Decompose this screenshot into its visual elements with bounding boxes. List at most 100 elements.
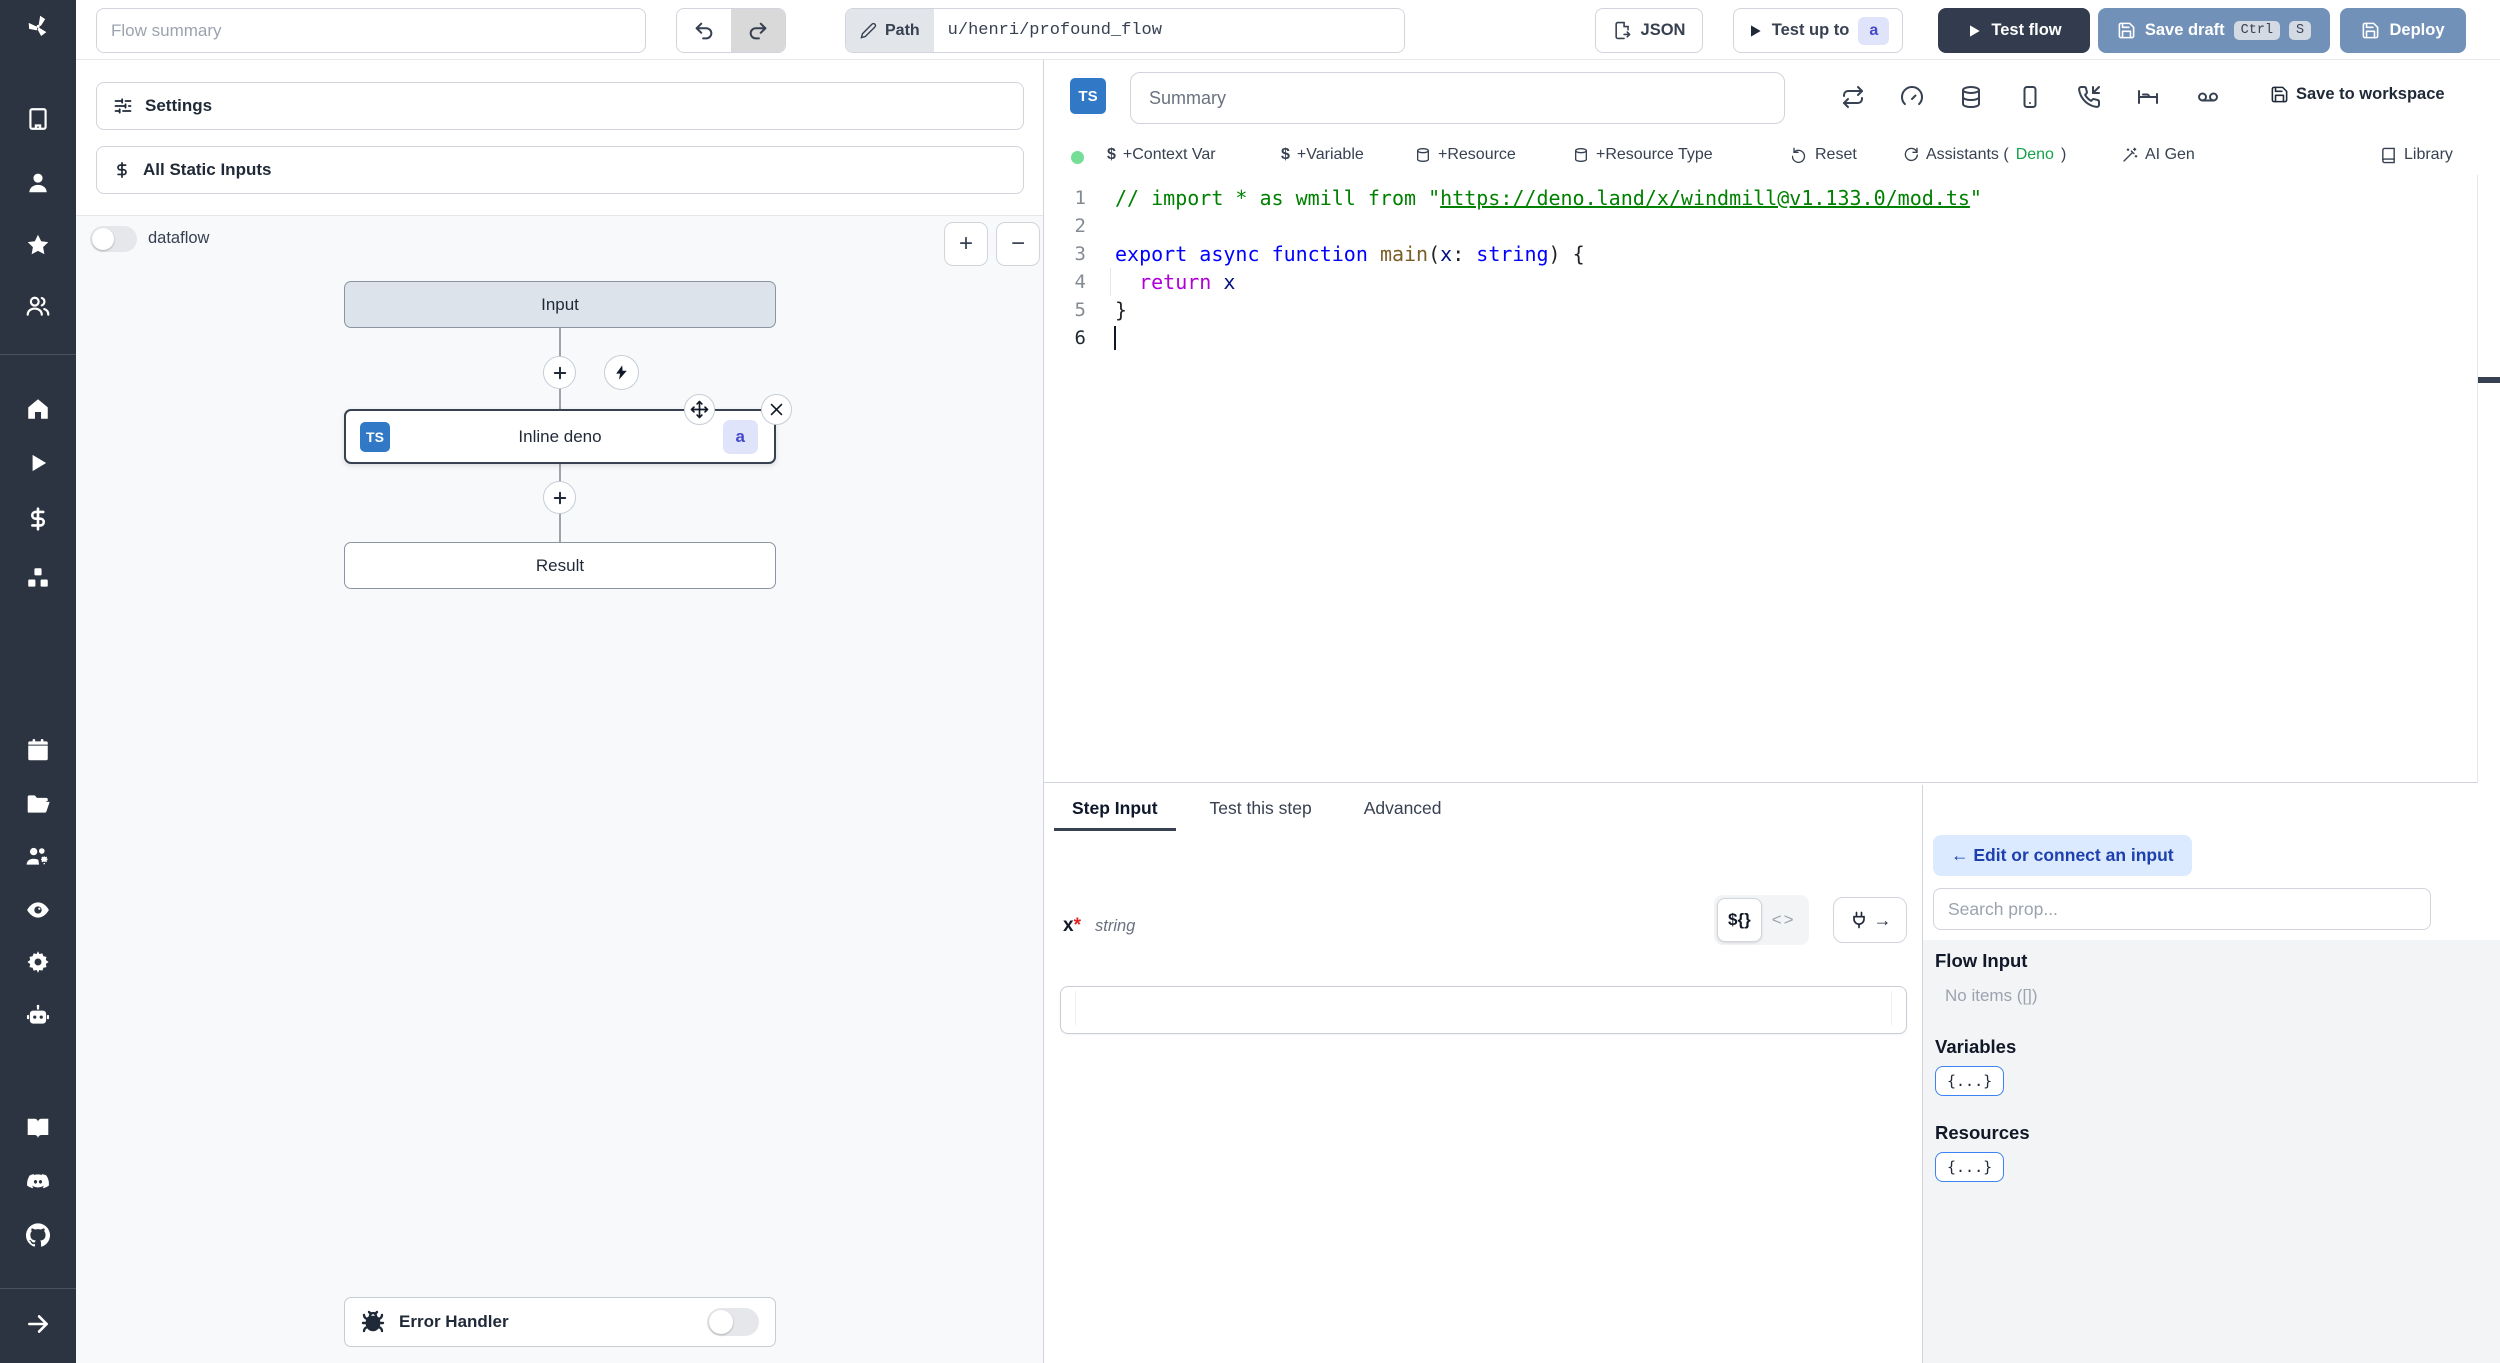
- typescript-badge: TS: [1070, 78, 1106, 114]
- tab-advanced[interactable]: Advanced: [1360, 785, 1446, 831]
- user-icon[interactable]: [24, 169, 52, 197]
- zoom-in-button[interactable]: +: [944, 222, 988, 266]
- search-prop-input[interactable]: [1933, 888, 2431, 930]
- topbar: Path u/henri/profound_flow JSON Test up …: [76, 0, 2500, 60]
- sidebar-divider: [0, 1288, 76, 1289]
- variables-chip[interactable]: {...}: [1935, 1066, 2005, 1096]
- expr-mode-button[interactable]: ${}: [1717, 898, 1762, 942]
- robot-icon[interactable]: [24, 1002, 52, 1030]
- save-draft-button[interactable]: Save draft Ctrl S: [2098, 8, 2330, 53]
- add-resource-type-button[interactable]: +Resource Type: [1573, 146, 1713, 164]
- resources-chip[interactable]: {...}: [1935, 1152, 2005, 1182]
- sidebar: [0, 0, 76, 1363]
- phone-incoming-icon[interactable]: [2077, 85, 2101, 109]
- code-editor[interactable]: 1// import * as wmill from "https://deno…: [1044, 175, 2500, 783]
- ctrl-key-badge: Ctrl: [2233, 21, 2281, 40]
- workspace-icon[interactable]: [24, 105, 52, 133]
- path-value-input[interactable]: u/henri/profound_flow: [933, 9, 1404, 52]
- edit-or-connect-button[interactable]: ← Edit or connect an input: [1933, 835, 2192, 876]
- schedules-calendar-icon[interactable]: [24, 736, 52, 764]
- add-context-var-button[interactable]: $ +Context Var: [1107, 146, 1216, 164]
- result-node[interactable]: Result: [344, 542, 776, 589]
- deploy-button[interactable]: Deploy: [2340, 8, 2466, 53]
- zoom-out-button[interactable]: −: [996, 222, 1040, 266]
- scrollbar-cursor-marker: [2478, 377, 2500, 383]
- smartphone-icon[interactable]: [2018, 85, 2042, 109]
- database-icon[interactable]: [1959, 85, 1983, 109]
- rotate-ccw-icon: [1792, 147, 1806, 163]
- voicemail-icon[interactable]: [2196, 85, 2220, 109]
- summary-input[interactable]: [1130, 72, 1785, 124]
- runs-play-icon[interactable]: [24, 449, 52, 477]
- library-button[interactable]: Library: [2380, 146, 2453, 164]
- add-step-button[interactable]: [543, 356, 576, 389]
- discord-icon[interactable]: [24, 1168, 52, 1196]
- step-detail-panel: Step Input Test this step Advanced x * st…: [1044, 785, 2500, 1363]
- result-node-label: Result: [535, 555, 585, 575]
- assistants-button[interactable]: Assistants (Deno): [1903, 146, 2066, 164]
- gauge-icon[interactable]: [1900, 85, 1924, 109]
- arg-value-input[interactable]: [1060, 986, 1907, 1034]
- delete-step-button[interactable]: [761, 394, 792, 425]
- variables-dollar-icon[interactable]: [24, 505, 52, 533]
- input-mode-toggle: ${} <>: [1714, 895, 1809, 945]
- pencil-icon: [860, 22, 877, 39]
- plus-icon: [553, 366, 566, 379]
- plug-icon: [1852, 911, 1865, 929]
- home-icon[interactable]: [24, 395, 52, 423]
- sliders-icon: [114, 98, 132, 114]
- sidebar-divider: [0, 354, 76, 355]
- tab-step-input[interactable]: Step Input: [1054, 785, 1176, 831]
- all-static-inputs-button[interactable]: All Static Inputs: [96, 146, 1024, 194]
- add-step-button[interactable]: [543, 481, 576, 514]
- tab-test-this-step[interactable]: Test this step: [1206, 785, 1316, 831]
- windmill-logo-icon[interactable]: [24, 12, 52, 40]
- ai-gen-button[interactable]: AI Gen: [2122, 146, 2195, 164]
- add-variable-button[interactable]: $ +Variable: [1281, 146, 1364, 164]
- undo-redo-group: [676, 8, 786, 53]
- flow-settings-button[interactable]: Settings: [96, 82, 1024, 130]
- route-icon[interactable]: [2136, 85, 2160, 109]
- error-handler-toggle[interactable]: [707, 1308, 759, 1336]
- error-handler-box[interactable]: Error Handler: [344, 1297, 776, 1347]
- test-up-to-button[interactable]: Test up to a: [1733, 8, 1903, 53]
- favorites-star-icon[interactable]: [24, 231, 52, 259]
- deno-label: Deno: [2015, 146, 2054, 163]
- typescript-badge: TS: [360, 421, 390, 452]
- refresh-icon: [1904, 147, 1918, 161]
- trigger-button[interactable]: [604, 355, 639, 390]
- move-step-button[interactable]: [684, 394, 715, 425]
- docs-book-icon[interactable]: [24, 1114, 52, 1142]
- required-mark: *: [1073, 915, 1081, 936]
- json-button[interactable]: JSON: [1595, 8, 1703, 53]
- step-id-badge: a: [1858, 16, 1890, 45]
- reset-button[interactable]: Reset: [1792, 146, 1857, 164]
- code-mode-button[interactable]: <>: [1762, 910, 1806, 930]
- input-node[interactable]: Input: [344, 281, 776, 328]
- dataflow-toggle[interactable]: [90, 226, 137, 252]
- flow-canvas[interactable]: dataflow + − Input TS Inline deno a Resu…: [76, 215, 1043, 1363]
- resources-boxes-icon[interactable]: [24, 564, 52, 592]
- redo-button[interactable]: [731, 9, 785, 52]
- path-field: Path u/henri/profound_flow: [845, 8, 1405, 53]
- editor-scrollbar[interactable]: [2477, 175, 2500, 783]
- connect-input-button[interactable]: →: [1833, 897, 1907, 943]
- collapse-arrow-icon[interactable]: [24, 1310, 52, 1338]
- flow-summary-input[interactable]: [96, 8, 646, 53]
- add-resource-button[interactable]: +Resource: [1415, 146, 1516, 164]
- prop-sections: Flow Input No items ([]) Variables {...}…: [1923, 940, 2500, 1363]
- s-key-badge: S: [2289, 21, 2312, 40]
- folders-icon[interactable]: [24, 790, 52, 818]
- prop-picker-panel: ← Edit or connect an input Flow Input No…: [1923, 785, 2500, 1363]
- arg-name: x: [1063, 915, 1074, 936]
- groups-icon[interactable]: [24, 292, 52, 320]
- workers-users-gear-icon[interactable]: [24, 843, 52, 871]
- audit-eye-icon[interactable]: [24, 896, 52, 924]
- repeat-icon[interactable]: [1841, 85, 1865, 109]
- undo-button[interactable]: [677, 9, 731, 52]
- settings-gear-icon[interactable]: [24, 948, 52, 976]
- save-to-workspace-button[interactable]: Save to workspace: [2270, 85, 2445, 104]
- test-flow-button[interactable]: Test flow: [1938, 8, 2090, 53]
- github-icon[interactable]: [24, 1221, 52, 1249]
- flow-input-title: Flow Input: [1935, 950, 2028, 971]
